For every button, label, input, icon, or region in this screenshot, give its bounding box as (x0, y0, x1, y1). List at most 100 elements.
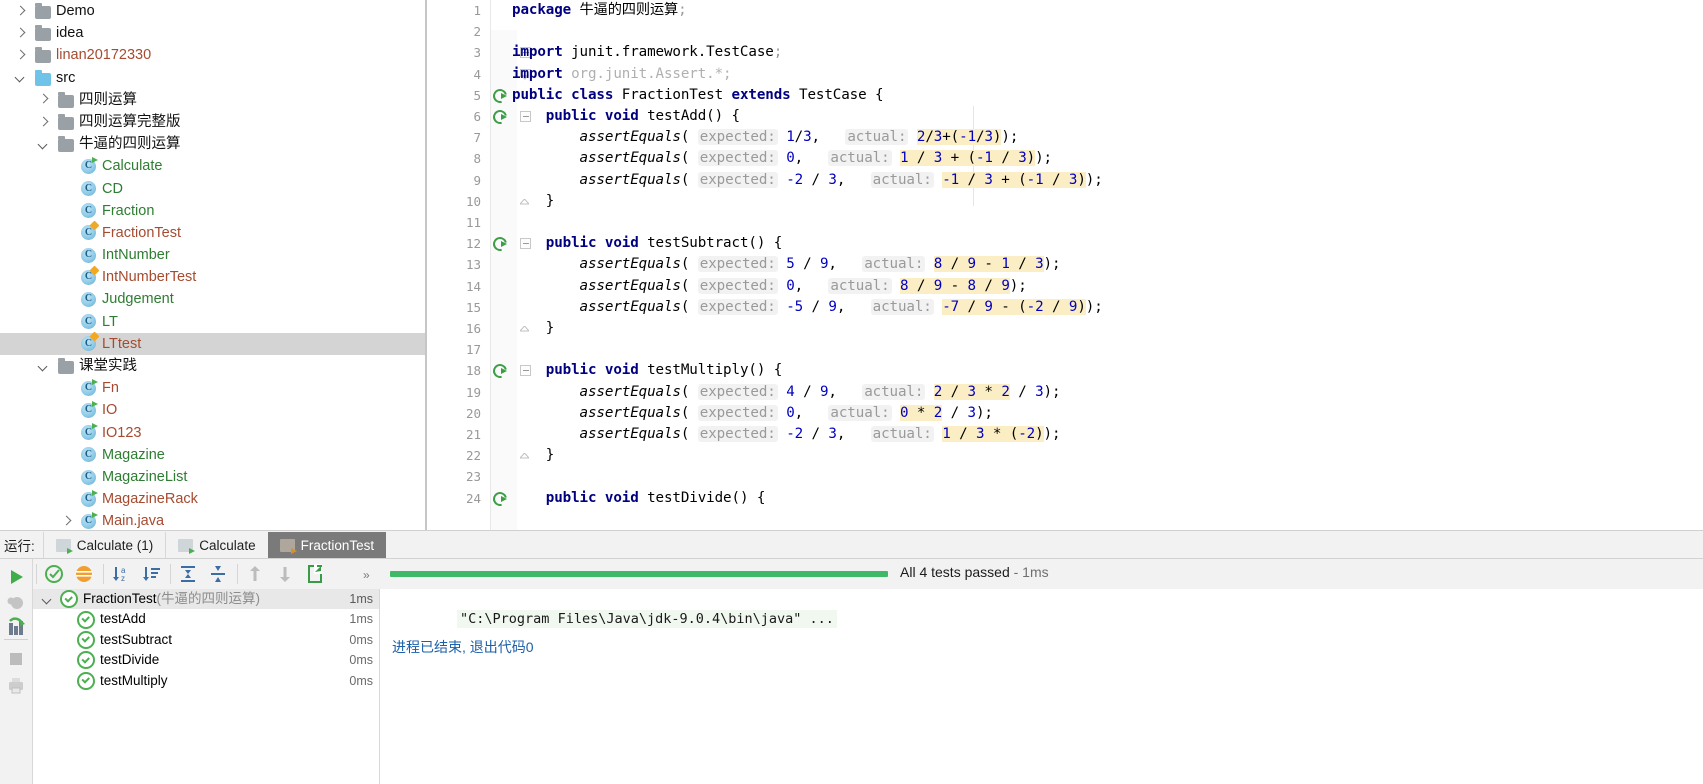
code-line[interactable]: } (512, 318, 555, 339)
chevron-down-icon[interactable] (41, 593, 54, 606)
tree-item-Judgement[interactable]: C Judgement (0, 288, 425, 310)
code-line[interactable]: assertEquals( expected: 4 / 9, actual: 2… (512, 382, 1061, 403)
chevron-down-icon[interactable] (37, 360, 50, 373)
code-line[interactable]: assertEquals( expected: -2 / 3, actual: … (512, 170, 1103, 191)
stop-button[interactable] (4, 647, 28, 671)
run-test-gutter-icon[interactable] (493, 236, 508, 251)
sort-by-duration-button[interactable] (137, 560, 167, 588)
chevron-right-icon[interactable] (14, 5, 27, 18)
svg-text:z: z (121, 574, 125, 583)
run-tab-calculate[interactable]: Calculate (165, 532, 267, 558)
run-test-gutter-icon[interactable] (493, 88, 508, 103)
tree-item-MagazineList[interactable]: C MagazineList (0, 466, 425, 488)
run-tab-calculate-1-[interactable]: Calculate (1) (42, 532, 166, 558)
run-tabs[interactable]: Calculate (1) Calculate FractionTest (42, 532, 387, 558)
tree-item-Demo[interactable]: Demo (0, 0, 425, 22)
tree-item-Calculate[interactable]: C Calculate (0, 155, 425, 177)
code-line[interactable]: } (512, 445, 555, 466)
test-tree-item-testSubtract[interactable]: testSubtract 0ms (33, 630, 379, 650)
code-line[interactable]: public void testMultiply() { (512, 360, 782, 381)
tree-item-IO[interactable]: C IO (0, 399, 425, 421)
tree-item-label: Calculate (102, 158, 163, 175)
tree-item-Magazine[interactable]: C Magazine (0, 444, 425, 466)
code-line[interactable]: } (512, 191, 555, 212)
tree-item-Fraction[interactable]: C Fraction (0, 200, 425, 222)
tree-item-CD[interactable]: C CD (0, 178, 425, 200)
chevron-right-icon[interactable] (37, 93, 50, 106)
test-tree-item-testMultiply[interactable]: testMultiply 0ms (33, 671, 379, 691)
code-line[interactable]: assertEquals( expected: 0, actual: 1 / 3… (512, 148, 1052, 169)
progress-fill (390, 571, 888, 577)
chevron-right-icon[interactable] (14, 27, 27, 40)
chevrons-right-icon[interactable]: » (363, 568, 370, 582)
code-line[interactable]: import org.junit.Assert.*; (512, 64, 732, 85)
tree-item-IntNumberTest[interactable]: C IntNumberTest (0, 266, 425, 288)
code-editor[interactable]: 1 package 牛逼的四则运算; 2 3 import junit.framewor… (427, 0, 1703, 530)
tree-item-label: 四则运算 (79, 91, 137, 108)
tree-item-四则运算完整版[interactable]: 四则运算完整版 (0, 111, 425, 133)
test-tree-item-testAdd[interactable]: testAdd 1ms (33, 609, 379, 629)
code-line[interactable]: assertEquals( expected: 1/3, actual: 2/3… (512, 127, 1018, 148)
code-line[interactable]: public void testSubtract() { (512, 233, 782, 254)
line-number: 22 (465, 448, 481, 464)
tests-passed-summary: All 4 tests passed (900, 564, 1010, 580)
sort-alphabetically-button[interactable]: a z (107, 560, 137, 588)
tree-item-LTtest[interactable]: C LTtest (0, 332, 425, 355)
rerun-failed-tests-button[interactable] (40, 560, 70, 588)
tree-item-MagazineRack[interactable]: C MagazineRack (0, 488, 425, 510)
chevron-right-icon[interactable] (60, 515, 73, 528)
tree-item-IntNumber[interactable]: C IntNumber (0, 244, 425, 266)
collapse-all-button[interactable] (204, 560, 234, 588)
printer-icon[interactable] (4, 673, 28, 697)
code-line[interactable]: import junit.framework.TestCase; (512, 42, 782, 63)
tree-item-课堂实践[interactable]: 课堂实践 (0, 355, 425, 377)
tree-item-IO123[interactable]: C IO123 (0, 422, 425, 444)
tree-item-src[interactable]: src (0, 67, 425, 89)
code-line[interactable]: public void testAdd() { (512, 106, 740, 127)
export-test-results-button[interactable] (301, 560, 331, 588)
code-line[interactable]: package 牛逼的四则运算; (512, 0, 687, 21)
tree-item-LT[interactable]: C LT (0, 311, 425, 333)
next-occurrence-button[interactable] (271, 560, 301, 588)
tree-item-idea[interactable]: idea (0, 22, 425, 44)
run-left-rail[interactable] (0, 559, 33, 784)
run-test-gutter-icon[interactable] (493, 491, 508, 506)
project-tree-panel[interactable]: Demo idea linan20172330 src 四则运算四则运算完整版 牛逼的四则… (0, 0, 425, 530)
expand-all-button[interactable] (174, 560, 204, 588)
chevron-right-icon[interactable] (14, 49, 27, 62)
code-line[interactable]: assertEquals( expected: -5 / 9, actual: … (512, 297, 1103, 318)
run-tab-fractiontest[interactable]: FractionTest (267, 532, 387, 558)
code-line[interactable]: assertEquals( expected: -2 / 3, actual: … (512, 424, 1061, 445)
test-status-bar: » All 4 tests passed - 1ms (363, 559, 1703, 589)
console-output[interactable]: "C:\Program Files\Java\jdk-9.0.4\bin\jav… (380, 589, 1703, 784)
line-number: 19 (465, 384, 481, 400)
run-test-gutter-icon[interactable] (493, 109, 508, 124)
code-line[interactable]: assertEquals( expected: 5 / 9, actual: 8… (512, 254, 1061, 275)
test-tree-root[interactable]: FractionTest (牛逼的四则运算) 1ms (33, 589, 379, 610)
previous-occurrence-button[interactable] (241, 560, 271, 588)
code-line[interactable]: assertEquals( expected: 0, actual: 0 * 2… (512, 403, 993, 424)
chevron-right-icon[interactable] (37, 116, 50, 129)
debug-button[interactable] (4, 591, 28, 615)
tree-item-FractionTest[interactable]: C FractionTest (0, 222, 425, 244)
tree-item-linan20172330[interactable]: linan20172330 (0, 44, 425, 66)
test-tree-item-testDivide[interactable]: testDivide 0ms (33, 650, 379, 670)
tree-item-Main.java[interactable]: C Main.java (0, 510, 425, 530)
toggle-auto-test-button[interactable] (70, 560, 100, 588)
test-results-tree[interactable]: FractionTest (牛逼的四则运算) 1ms testAdd 1ms testS… (33, 589, 380, 784)
rerun-button[interactable] (4, 565, 28, 589)
class-icon: C (81, 247, 96, 263)
code-line[interactable]: assertEquals( expected: 0, actual: 8 / 9… (512, 276, 1027, 297)
rerun-tests-icon[interactable] (4, 617, 28, 641)
chevron-down-icon[interactable] (37, 138, 50, 151)
run-tabbar[interactable]: 运行: Calculate (1) Calculate FractionTest (0, 532, 1703, 558)
code-line[interactable]: public class FractionTest extends TestCa… (512, 85, 884, 106)
tree-item-Fn[interactable]: C Fn (0, 377, 425, 399)
tree-item-四则运算[interactable]: 四则运算 (0, 89, 425, 111)
test-results-toolbar[interactable]: a z (33, 559, 379, 589)
code-line[interactable]: public void testDivide() { (512, 488, 766, 509)
chevron-down-icon[interactable] (14, 71, 27, 84)
tree-item-牛逼的四则运算[interactable]: 牛逼的四则运算 (0, 133, 425, 155)
run-test-gutter-icon[interactable] (493, 363, 508, 378)
